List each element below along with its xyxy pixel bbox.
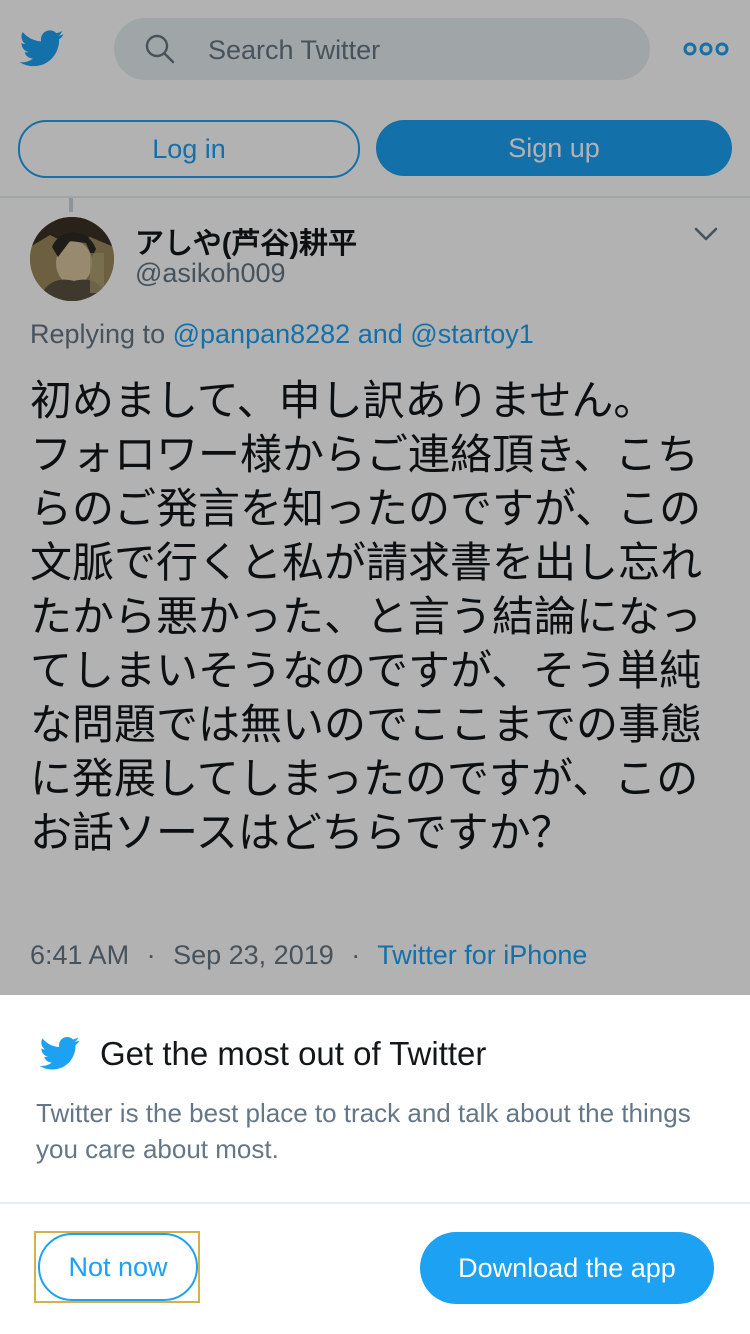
not-now-button[interactable]: Not now: [38, 1233, 198, 1301]
sheet-title: Get the most out of Twitter: [100, 1035, 487, 1072]
modal-backdrop[interactable]: [0, 0, 750, 995]
app-promo-sheet: Get the most out of Twitter Twitter is t…: [0, 995, 750, 1334]
divider: [0, 1202, 750, 1204]
twitter-bird-icon: [39, 1037, 80, 1070]
sheet-description: Twitter is the best place to track and t…: [36, 1098, 691, 1164]
download-app-button[interactable]: Download the app: [420, 1232, 714, 1304]
